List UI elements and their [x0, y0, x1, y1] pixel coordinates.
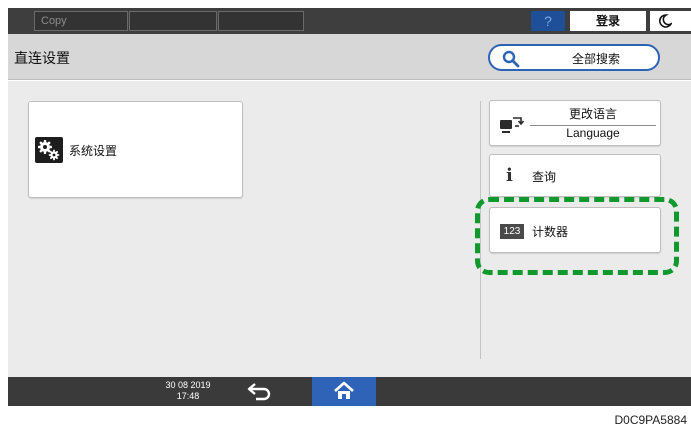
search-all-label: 全部搜索 [571, 52, 620, 66]
inquiry-label: 查询 [532, 170, 557, 184]
clock: 30 08 2019 17:48 [158, 380, 218, 402]
copier-screen: Copy ? 登录 直连设置 全部搜索 系统设置 更改语言 Language i… [8, 8, 691, 406]
figure-reference-code: D0C9PA5884 [614, 413, 688, 427]
home-button[interactable] [312, 377, 376, 406]
search-all-button[interactable]: 全部搜索 [488, 44, 660, 71]
system-settings-tile[interactable]: 系统设置 [28, 101, 243, 198]
inquiry-tile[interactable]: i 查询 [489, 154, 661, 197]
gears-icon [35, 137, 63, 163]
moon-icon [659, 14, 672, 28]
change-language-label: 更改语言 [530, 105, 656, 126]
login-button[interactable]: 登录 [570, 11, 646, 31]
clock-time: 17:48 [176, 391, 200, 401]
title-bar: 直连设置 全部搜索 [8, 34, 691, 80]
system-settings-label: 系统设置 [69, 144, 118, 158]
status-slot-copy[interactable]: Copy [34, 11, 128, 31]
language-label: Language [566, 126, 620, 140]
counter-highlight-callout [475, 197, 679, 275]
status-bar: Copy ? 登录 [8, 8, 691, 34]
energy-saver-button[interactable] [650, 11, 691, 31]
content-area: 系统设置 更改语言 Language i 查询 123 计数器 [8, 81, 691, 377]
search-icon [502, 50, 520, 68]
back-button[interactable] [244, 382, 274, 402]
home-icon [334, 381, 354, 399]
change-language-tile[interactable]: 更改语言 Language [489, 100, 661, 146]
page-title: 直连设置 [14, 51, 70, 67]
info-icon: i [506, 165, 513, 186]
back-arrow-icon [247, 383, 271, 401]
help-button[interactable]: ? [531, 11, 565, 31]
bottom-bar: 30 08 2019 17:48 [8, 377, 691, 406]
clock-date: 30 08 2019 [165, 380, 211, 390]
status-slot-3[interactable] [218, 11, 304, 31]
status-slot-2[interactable] [129, 11, 217, 31]
language-switch-icon [500, 117, 525, 133]
